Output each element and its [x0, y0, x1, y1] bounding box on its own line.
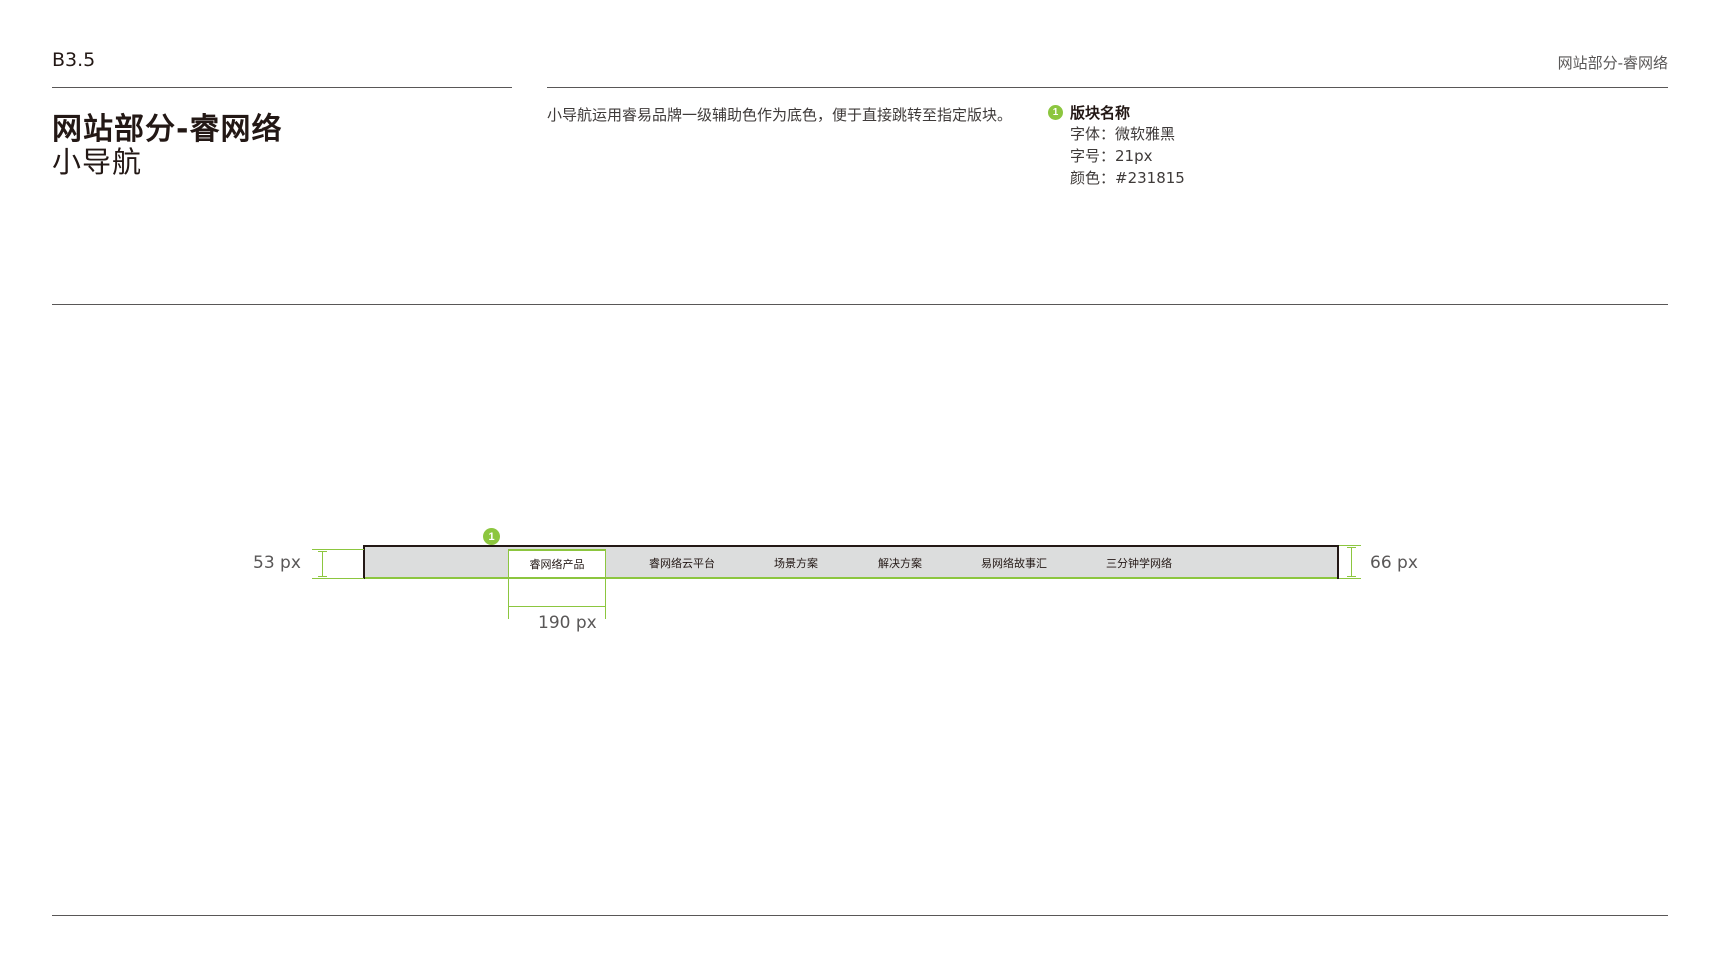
dimension-line [509, 606, 605, 607]
dimension-line [1351, 547, 1352, 577]
spec-font-label: 字体： [1070, 125, 1116, 143]
dimension-line [312, 549, 364, 550]
nav-item-scenario-solutions[interactable]: 场景方案 [774, 555, 818, 571]
nav-accent-line [365, 577, 1337, 579]
number-badge-icon: 1 [483, 528, 500, 545]
spec-size: 字号：21px [1070, 145, 1185, 167]
divider [52, 87, 512, 88]
spec-block: 1 版块名称 字体：微软雅黑 字号：21px 颜色：#231815 [1048, 102, 1185, 189]
nav-item-solutions[interactable]: 解决方案 [878, 555, 922, 571]
dimension-line [508, 549, 509, 619]
height-dimension-left: 53 px [253, 553, 301, 573]
page-code: B3.5 [52, 49, 96, 71]
spec-color: 颜色：#231815 [1070, 167, 1185, 189]
nav-item-three-minute-learning[interactable]: 三分钟学网络 [1106, 555, 1172, 571]
number-badge-icon: 1 [1048, 105, 1063, 120]
nav-item-ruiwangluo-products[interactable]: 睿网络产品 [508, 549, 606, 577]
spec-color-value: #231815 [1115, 169, 1185, 187]
spec-name: 版块名称 [1070, 104, 1131, 122]
dimension-line [318, 551, 327, 552]
spec-color-label: 颜色： [1070, 169, 1116, 187]
description-text: 小导航运用睿易品牌一级辅助色作为底色，便于直接跳转至指定版块。 [547, 106, 1013, 124]
divider [547, 87, 1668, 88]
dimension-line [322, 551, 323, 577]
height-dimension-right: 66 px [1370, 553, 1418, 573]
dimension-line [312, 578, 364, 579]
spec-size-label: 字号： [1070, 147, 1116, 165]
dimension-line [1339, 545, 1361, 546]
dimension-line [318, 576, 327, 577]
spec-size-value: 21px [1115, 147, 1153, 165]
page-subtitle: 小导航 [52, 145, 143, 179]
dimension-line [605, 549, 606, 619]
dimension-line [1347, 576, 1356, 577]
dimension-line [1347, 547, 1356, 548]
divider [52, 304, 1668, 305]
spec-heading: 1 版块名称 [1048, 102, 1185, 123]
divider [52, 915, 1668, 916]
nav-item-cloud-platform[interactable]: 睿网络云平台 [649, 555, 715, 571]
spec-font: 字体：微软雅黑 [1070, 123, 1185, 145]
dimension-line [1339, 578, 1361, 579]
section-label: 网站部分-睿网络 [1557, 54, 1668, 72]
spec-font-value: 微软雅黑 [1115, 125, 1176, 143]
width-dimension: 190 px [538, 613, 597, 633]
nav-item-story-collection[interactable]: 易网络故事汇 [981, 555, 1047, 571]
